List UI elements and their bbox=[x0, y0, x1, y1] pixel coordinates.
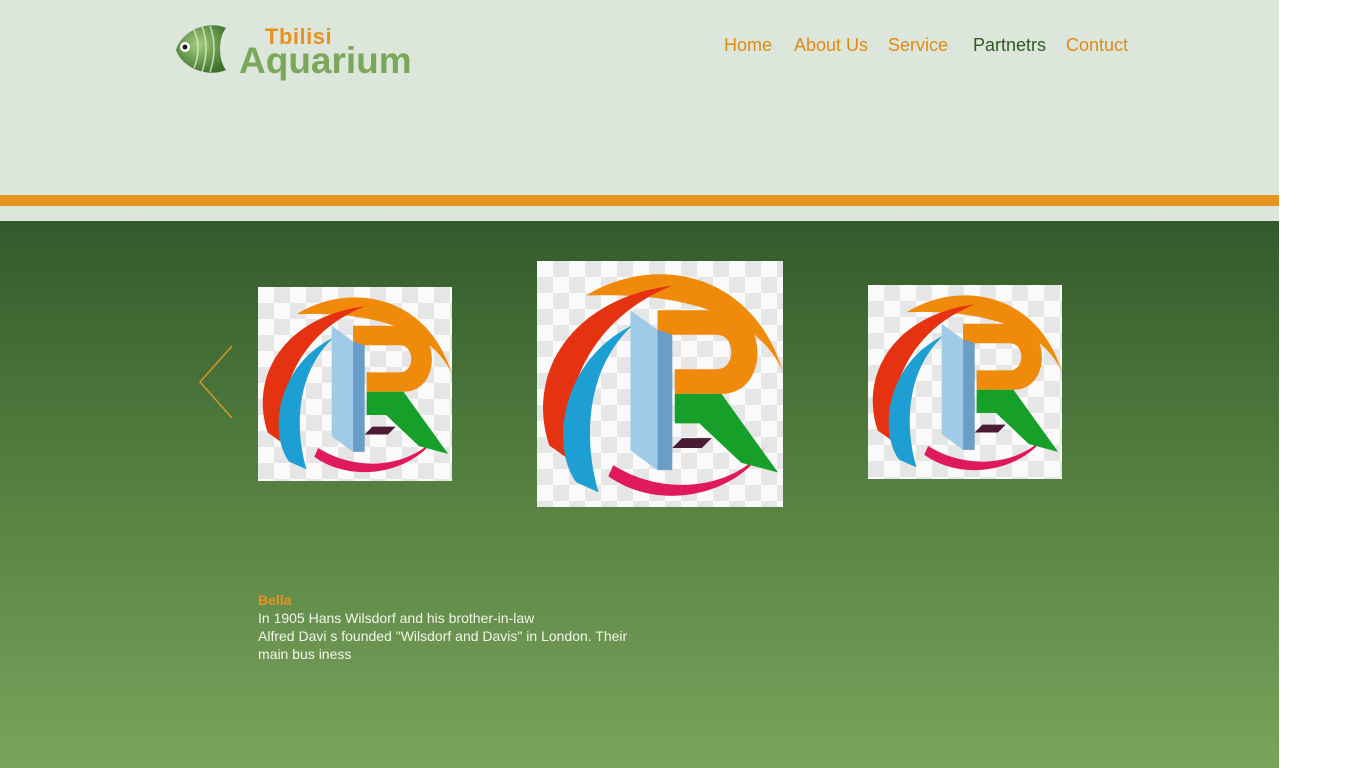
chevron-left-icon[interactable] bbox=[196, 345, 236, 419]
partner-logo-1[interactable] bbox=[258, 287, 452, 481]
r-logo-icon bbox=[262, 297, 452, 473]
caption-line-3: main bus iness bbox=[258, 646, 352, 662]
caption-line-1: In 1905 Hans Wilsdorf and his brother-in… bbox=[258, 610, 535, 626]
header-divider-stripe bbox=[0, 195, 1279, 206]
nav-item-about-us[interactable]: About Us bbox=[794, 34, 868, 56]
nav-item-service[interactable]: Service bbox=[888, 34, 948, 56]
main-nav: Home About Us Service Partnetrs Contuct bbox=[0, 34, 1279, 58]
nav-item-partners[interactable]: Partnetrs bbox=[973, 34, 1046, 56]
r-logo-icon bbox=[872, 295, 1062, 471]
site-header: Tbilisi Aquarium Home About Us Service P… bbox=[0, 0, 1279, 221]
partner-logo-3[interactable] bbox=[868, 285, 1062, 479]
partner-caption: Bella In 1905 Hans Wilsdorf and his brot… bbox=[258, 591, 688, 663]
nav-item-home[interactable]: Home bbox=[724, 34, 772, 56]
r-logo-icon bbox=[543, 274, 783, 496]
partner-logo-2[interactable] bbox=[537, 261, 783, 507]
nav-item-contact[interactable]: Contuct bbox=[1066, 34, 1128, 56]
page: Tbilisi Aquarium Home About Us Service P… bbox=[0, 0, 1279, 768]
partner-name: Bella bbox=[258, 592, 292, 608]
caption-line-2: Alfred Davi s founded "Wilsdorf and Davi… bbox=[258, 628, 628, 644]
